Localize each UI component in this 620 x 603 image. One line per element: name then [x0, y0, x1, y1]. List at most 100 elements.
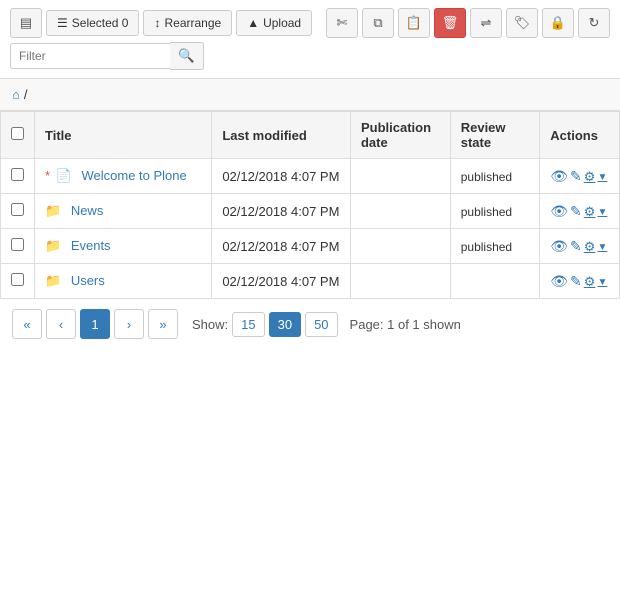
show-30-button[interactable]: 30 [269, 312, 301, 337]
breadcrumb-home[interactable]: ⌂ [12, 87, 20, 102]
delete-button[interactable]: 🗑 [434, 8, 466, 38]
page-prev-button[interactable]: ‹ [46, 309, 76, 339]
cog-dropdown-button[interactable]: ▼ [597, 207, 607, 218]
toolbar: ▤ ☰ Selected 0 ↕ Rearrange ▲ Upload ✄ ⧉ … [0, 0, 620, 79]
action-buttons: 👁✎⚙▼ [550, 167, 609, 185]
row-actions-cell: 👁✎⚙▼ [540, 159, 620, 194]
upload-button[interactable]: ▲ Upload [236, 10, 312, 36]
refresh-button[interactable]: ↻ [578, 8, 610, 38]
page-next-button[interactable]: › [114, 309, 144, 339]
edit-button[interactable]: ✎ [570, 238, 582, 255]
row-modified-cell: 02/12/2018 4:07 PM [212, 264, 351, 299]
rearrange-icon: ↕ [154, 16, 160, 30]
row-pubdate-cell [350, 229, 450, 264]
col-header-title: Title [35, 112, 212, 159]
row-checkbox-cell [1, 229, 35, 264]
col-header-actions: Actions [540, 112, 620, 159]
copy-icon: ⧉ [373, 15, 382, 31]
table-row: 📁 News02/12/2018 4:07 PMpublished👁✎⚙▼ [1, 194, 620, 229]
delete-icon: 🗑 [442, 15, 459, 31]
cut-button[interactable]: ✄ [326, 8, 358, 38]
content-table-wrapper: Title Last modified Publication date Rev… [0, 111, 620, 299]
col-header-check [1, 112, 35, 159]
row-title-cell: 📁 Events [35, 229, 212, 264]
paste-button[interactable]: 📋 [398, 8, 430, 38]
tag-icon: 🏷 [514, 15, 531, 31]
cog-dropdown-button[interactable]: ▼ [597, 242, 607, 253]
row-checkbox[interactable] [11, 203, 24, 216]
show-15-button[interactable]: 15 [232, 312, 264, 337]
swap-icon: ⇌ [481, 15, 492, 31]
row-modified-cell: 02/12/2018 4:07 PM [212, 194, 351, 229]
edit-button[interactable]: ✎ [570, 273, 582, 290]
cog-group: ⚙▼ [584, 274, 608, 290]
review-state-badge: published [461, 205, 512, 219]
cog-group: ⚙▼ [584, 239, 608, 255]
row-actions-cell: 👁✎⚙▼ [540, 194, 620, 229]
breadcrumb-separator: / [24, 87, 28, 102]
breadcrumb: ⌂ / [0, 79, 620, 111]
filter-search-button[interactable]: 🔍 [170, 42, 204, 70]
action-buttons: 👁✎⚙▼ [550, 272, 609, 290]
item-type-icon: 📁 [45, 203, 65, 218]
page-last-button[interactable]: » [148, 309, 178, 339]
lock-icon: 🔒 [550, 15, 566, 31]
item-title-link[interactable]: Welcome to Plone [81, 168, 186, 183]
row-pubdate-cell [350, 194, 450, 229]
grid-view-button[interactable]: ▤ [10, 8, 42, 38]
col-header-modified: Last modified [212, 112, 351, 159]
cog-dropdown-button[interactable]: ▼ [597, 172, 607, 183]
selected-label: Selected 0 [72, 16, 129, 30]
row-review-cell: published [450, 229, 540, 264]
action-buttons: 👁✎⚙▼ [550, 202, 609, 220]
row-review-cell: published [450, 159, 540, 194]
row-checkbox-cell [1, 194, 35, 229]
refresh-icon: ↻ [589, 15, 600, 31]
view-button[interactable]: 👁 [550, 168, 568, 185]
filter-input[interactable] [10, 43, 170, 69]
show-50-button[interactable]: 50 [305, 312, 337, 337]
col-header-pubdate: Publication date [350, 112, 450, 159]
swap-button[interactable]: ⇌ [470, 8, 502, 38]
view-button[interactable]: 👁 [550, 238, 568, 255]
row-actions-cell: 👁✎⚙▼ [540, 264, 620, 299]
select-all-checkbox[interactable] [11, 127, 24, 140]
cog-button[interactable]: ⚙ [584, 274, 596, 290]
view-button[interactable]: 👁 [550, 273, 568, 290]
edit-button[interactable]: ✎ [570, 168, 582, 185]
page-info: Page: 1 of 1 shown [350, 317, 461, 332]
row-checkbox[interactable] [11, 168, 24, 181]
selected-button[interactable]: ☰ Selected 0 [46, 10, 139, 36]
table-row: 📁 Events02/12/2018 4:07 PMpublished👁✎⚙▼ [1, 229, 620, 264]
cog-dropdown-button[interactable]: ▼ [597, 277, 607, 288]
page-first-button[interactable]: « [12, 309, 42, 339]
row-checkbox-cell [1, 264, 35, 299]
row-checkbox[interactable] [11, 273, 24, 286]
item-title-link[interactable]: Events [71, 238, 111, 253]
upload-label: Upload [263, 16, 301, 30]
row-pubdate-cell [350, 159, 450, 194]
cog-button[interactable]: ⚙ [584, 204, 596, 220]
view-button[interactable]: 👁 [550, 203, 568, 220]
row-title-cell: 📁 News [35, 194, 212, 229]
row-actions-cell: 👁✎⚙▼ [540, 229, 620, 264]
star-icon: * [45, 168, 54, 183]
cog-group: ⚙▼ [584, 204, 608, 220]
row-modified-cell: 02/12/2018 4:07 PM [212, 159, 351, 194]
tag-button[interactable]: 🏷 [506, 8, 538, 38]
row-checkbox[interactable] [11, 238, 24, 251]
action-buttons: 👁✎⚙▼ [550, 237, 609, 255]
rearrange-button[interactable]: ↕ Rearrange [143, 10, 232, 36]
item-title-link[interactable]: News [71, 203, 104, 218]
copy-button[interactable]: ⧉ [362, 8, 394, 38]
cog-button[interactable]: ⚙ [584, 169, 596, 185]
page-current-button[interactable]: 1 [80, 309, 110, 339]
lock-button[interactable]: 🔒 [542, 8, 574, 38]
row-review-cell: published [450, 194, 540, 229]
check-icon: ☰ [57, 16, 68, 30]
edit-button[interactable]: ✎ [570, 203, 582, 220]
grid-icon: ▤ [20, 15, 32, 31]
item-title-link[interactable]: Users [71, 273, 105, 288]
row-checkbox-cell [1, 159, 35, 194]
cog-button[interactable]: ⚙ [584, 239, 596, 255]
